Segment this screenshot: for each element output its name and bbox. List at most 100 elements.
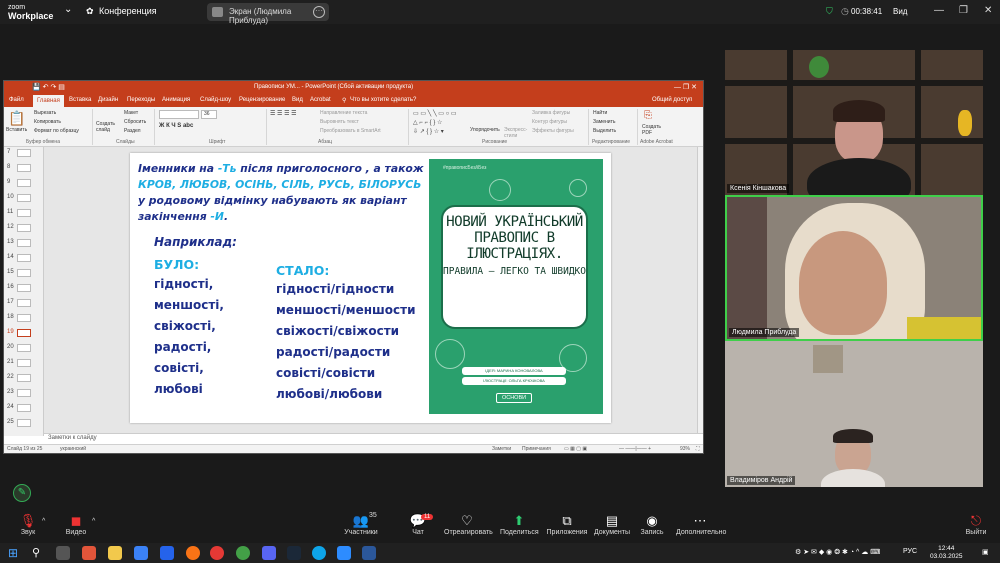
- app-icon[interactable]: [236, 546, 250, 560]
- mute-button[interactable]: 🎙 Звук: [18, 513, 38, 536]
- replace-button[interactable]: Заменить: [593, 119, 615, 125]
- slide-thumbnail[interactable]: 17: [7, 299, 31, 307]
- tab-home[interactable]: Главная: [33, 95, 64, 107]
- shapes-gallery[interactable]: ▭ ▭ ╲ ╲ ▭ ○ ▭ △ ⌐ ⌐ { } ☆ ⇩ ↗ { } ☆ ▾: [413, 110, 467, 138]
- participant-tile-active-speaker[interactable]: Людмила Приблуда: [725, 195, 983, 341]
- slide-thumbnail[interactable]: 20: [7, 344, 31, 352]
- video-button[interactable]: ◼ Видео: [64, 513, 88, 536]
- create-pdf-button[interactable]: Создать PDF: [642, 124, 664, 136]
- view-buttons-icon[interactable]: ▭ ▦ ▢ ▣: [564, 446, 587, 452]
- align-text-button[interactable]: Выровнять текст: [320, 119, 359, 125]
- quick-styles-button[interactable]: Экспресс-стили: [504, 127, 530, 139]
- copy-button[interactable]: Копировать: [34, 119, 61, 125]
- tab-slideshow[interactable]: Слайд-шоу: [200, 97, 231, 103]
- status-comments-button[interactable]: Примечания: [522, 446, 551, 452]
- window-controls-icon[interactable]: — ❐ ✕: [674, 83, 697, 91]
- slide-thumbnail[interactable]: 18: [7, 314, 31, 322]
- tab-review[interactable]: Рецензирование: [239, 97, 285, 103]
- slide-thumbnail[interactable]: 8: [7, 164, 31, 172]
- record-button[interactable]: ◉ Запись: [640, 513, 664, 536]
- status-zoom-level[interactable]: 93%: [680, 446, 690, 452]
- react-button[interactable]: ♡ Отреагировать: [444, 513, 493, 536]
- tab-view[interactable]: Вид: [292, 97, 303, 103]
- slide-thumbnail[interactable]: 11: [7, 209, 31, 217]
- edge-icon[interactable]: [312, 546, 326, 560]
- app-icon[interactable]: [82, 546, 96, 560]
- fit-to-window-icon[interactable]: ⛶: [696, 446, 700, 452]
- maximize-icon[interactable]: ❐: [959, 5, 968, 16]
- slide-thumbnail[interactable]: 22: [7, 374, 31, 382]
- screen-share-pill[interactable]: Экран (Людмила Приблуда) ···: [207, 3, 329, 25]
- tab-file[interactable]: Файл: [9, 97, 24, 103]
- slide-thumbnail[interactable]: 13: [7, 239, 31, 247]
- shield-icon[interactable]: ⛉: [826, 6, 833, 17]
- font-name-box[interactable]: [159, 110, 199, 119]
- app-icon[interactable]: [134, 546, 148, 560]
- tab-acrobat[interactable]: Acrobat: [310, 97, 331, 103]
- find-button[interactable]: Найти: [593, 110, 607, 116]
- tray-icons[interactable]: ⚙ ➤ ✉ ◆ ◉ ❂ ✱ ◔ ^ ☁ ⌨: [795, 548, 880, 556]
- zoom-icon[interactable]: [337, 546, 351, 560]
- language-indicator[interactable]: РУС: [903, 548, 917, 555]
- task-view-icon[interactable]: [56, 546, 70, 560]
- firefox-icon[interactable]: [186, 546, 200, 560]
- word-icon[interactable]: [362, 546, 376, 560]
- discord-icon[interactable]: [262, 546, 276, 560]
- quick-access-icons[interactable]: 💾 ↶ ↷ ▤: [32, 83, 65, 91]
- shape-fill-button[interactable]: Заливка фигуры: [532, 110, 570, 116]
- slide-thumbnail[interactable]: 7: [7, 149, 31, 157]
- share-screen-button[interactable]: ⬆ Поделиться: [500, 513, 539, 536]
- slide-thumbnail[interactable]: 16: [7, 284, 31, 292]
- select-button[interactable]: Выделить: [593, 128, 616, 134]
- shape-effects-button[interactable]: Эффекты фигуры: [532, 128, 574, 134]
- text-direction-button[interactable]: Направление текста: [320, 110, 367, 116]
- meeting-label[interactable]: Конференция: [99, 6, 157, 16]
- tell-me-search[interactable]: Что вы хотите сделать?: [350, 97, 416, 103]
- share-button[interactable]: Общий доступ: [652, 97, 692, 103]
- docs-button[interactable]: ▤ Документы: [592, 513, 632, 536]
- font-format-buttons[interactable]: Ж К Ч S abc: [159, 123, 193, 129]
- slide-thumbnail[interactable]: 24: [7, 404, 31, 412]
- shape-outline-button[interactable]: Контур фигуры: [532, 119, 567, 125]
- slide-thumbnail[interactable]: 25: [7, 419, 31, 427]
- font-size-box[interactable]: 36: [201, 110, 217, 119]
- vertical-scrollbar[interactable]: [697, 147, 703, 433]
- chrome-icon[interactable]: [210, 546, 224, 560]
- steam-icon[interactable]: [287, 546, 301, 560]
- slide-thumbnail[interactable]: 14: [7, 254, 31, 262]
- zoom-slider[interactable]: — ——|—— +: [619, 446, 651, 452]
- participant-tile[interactable]: Владиміров Андрій: [725, 341, 983, 487]
- slide-thumbnail[interactable]: 15: [7, 269, 31, 277]
- status-notes-button[interactable]: Заметки: [492, 446, 511, 452]
- more-button[interactable]: ⋯ Дополнительно: [676, 513, 726, 536]
- slide-thumbnail[interactable]: 19: [7, 329, 31, 337]
- new-slide-button[interactable]: Создать слайд: [96, 121, 120, 133]
- slide-thumbnail[interactable]: 23: [7, 389, 31, 397]
- slide-thumbnail[interactable]: 12: [7, 224, 31, 232]
- chevron-down-icon[interactable]: ⌄: [64, 4, 72, 15]
- tab-insert[interactable]: Вставка: [69, 97, 91, 103]
- tab-transitions[interactable]: Переходы: [127, 97, 155, 103]
- smartart-button[interactable]: Преобразовать в SmartArt: [320, 128, 381, 134]
- slide-thumbnail[interactable]: 10: [7, 194, 31, 202]
- status-language[interactable]: украинский: [60, 446, 86, 452]
- chevron-up-icon[interactable]: ^: [92, 518, 95, 525]
- layout-button[interactable]: Макет: [124, 110, 138, 116]
- more-icon[interactable]: ···: [313, 6, 325, 18]
- slide-canvas[interactable]: Іменники на -Ть після приголосного , а т…: [130, 153, 611, 423]
- minimize-icon[interactable]: —: [934, 5, 944, 16]
- arrange-button[interactable]: Упорядочить: [470, 127, 500, 133]
- apps-button[interactable]: ⧉ Приложения: [546, 513, 588, 536]
- tab-animations[interactable]: Анимация: [162, 97, 190, 103]
- leave-button[interactable]: ⎋ Выйти: [964, 513, 988, 536]
- section-button[interactable]: Раздел: [124, 128, 141, 134]
- cut-button[interactable]: Вырезать: [34, 110, 56, 116]
- notes-pane[interactable]: Заметки к слайду: [44, 433, 703, 443]
- view-menu[interactable]: Вид: [893, 7, 907, 16]
- app-icon[interactable]: [160, 546, 174, 560]
- explorer-icon[interactable]: [108, 546, 122, 560]
- close-icon[interactable]: ✕: [984, 5, 992, 16]
- slide-thumbnail[interactable]: 21: [7, 359, 31, 367]
- notification-icon[interactable]: ▣: [982, 548, 989, 556]
- search-icon[interactable]: ⚲: [32, 546, 46, 560]
